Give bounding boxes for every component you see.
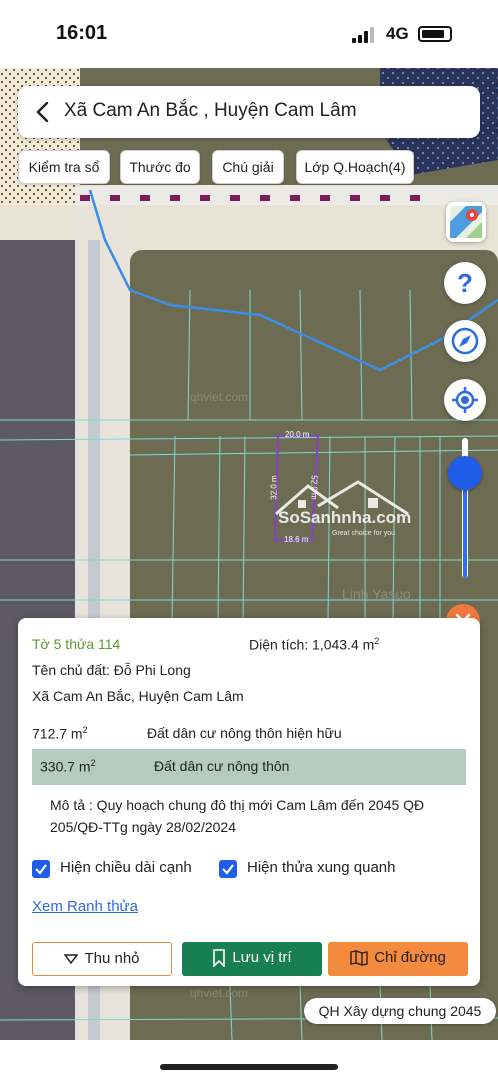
map-toolbar: Kiểm tra sổ Thước đo Chú giải Lớp Q.Hoạc… <box>0 150 498 184</box>
save-location-button[interactable]: Lưu vị trí <box>182 942 322 976</box>
land-use-type: Đất dân cư nông thôn hiện hữu <box>147 725 342 741</box>
battery-icon <box>418 26 452 42</box>
location-title: Xã Cam An Bắc , Huyện Cam Lâm <box>64 100 357 121</box>
planning-layer-button[interactable]: Lớp Q.Hoạch(4) <box>296 150 414 184</box>
check-book-button[interactable]: Kiểm tra sổ <box>18 150 110 184</box>
checkbox-checked-icon <box>32 860 50 878</box>
checkbox-label: Hiện thửa xung quanh <box>247 859 396 876</box>
parcel-area: Diện tích: 1,043.4 m2 <box>249 636 380 653</box>
planning-layer-badge[interactable]: QH Xây dựng chung 2045 <box>304 998 496 1024</box>
svg-text:?: ? <box>457 268 473 298</box>
brand-logo: SoSanhnha.com Great choice for you <box>268 478 418 548</box>
top-bar: Xã Cam An Bắc , Huyện Cam Lâm <box>18 86 480 138</box>
land-use-row: 712.7 m2 Đất dân cư nông thôn hiện hữu <box>32 716 466 752</box>
gps-icon <box>452 387 478 413</box>
google-maps-button[interactable] <box>446 202 486 242</box>
help-icon: ? <box>457 268 473 298</box>
edge-length-top: 20.0 m <box>285 430 310 439</box>
bookmark-icon <box>213 949 226 968</box>
plan-description: Mô tả : Quy hoạch chung đô thị mới Cam L… <box>50 797 425 835</box>
legend-button[interactable]: Chú giải <box>212 150 284 184</box>
compass-button[interactable] <box>444 320 486 362</box>
chevron-down-icon <box>63 954 79 965</box>
land-use-area: 712.7 m2 <box>32 725 88 742</box>
my-location-button[interactable] <box>444 379 486 421</box>
land-use-type: Đất dân cư nông thôn <box>154 758 290 774</box>
owner-name: Tên chủ đất: Đỗ Phi Long <box>32 662 191 678</box>
parcel-info-panel: Tờ 5 thửa 114 Diện tích: 1,043.4 m2 Tên … <box>18 618 480 986</box>
brand-tagline: Great choice for you <box>332 530 396 537</box>
place-label: Linh Yasuo <box>342 586 411 602</box>
map-icon <box>350 950 368 966</box>
map-watermark: qhviet.com <box>190 986 249 1000</box>
land-use-row: 330.7 m2 Đất dân cư nông thôn <box>32 749 466 785</box>
minimize-button[interactable]: Thu nhỏ <box>32 942 172 976</box>
directions-button[interactable]: Chỉ đường <box>328 942 468 976</box>
view-boundary-link[interactable]: Xem Ranh thửa <box>32 898 138 915</box>
google-maps-icon <box>450 206 482 238</box>
signal-icon <box>352 27 378 43</box>
measure-button[interactable]: Thước đo <box>120 150 200 184</box>
back-arrow-icon[interactable] <box>32 100 54 124</box>
help-button[interactable]: ? <box>444 262 486 304</box>
parcel-address: Xã Cam An Bắc, Huyện Cam Lâm <box>32 688 244 704</box>
status-bar: 16:01 4G <box>0 0 498 68</box>
parcel-id: Tờ 5 thửa 114 <box>32 636 121 652</box>
checkbox-label: Hiện chiều dài cạnh <box>60 859 192 876</box>
home-bar <box>0 1040 498 1080</box>
zoom-slider-thumb[interactable] <box>448 456 482 490</box>
map-watermark: qhviet.com <box>190 390 249 404</box>
compass-icon <box>451 327 479 355</box>
land-use-area: 330.7 m2 <box>40 758 96 775</box>
checkbox-checked-icon <box>219 860 237 878</box>
brand-name: SoSanhnha.com <box>278 508 412 527</box>
network-type: 4G <box>386 24 409 43</box>
home-indicator[interactable] <box>160 1064 338 1070</box>
status-time: 16:01 <box>56 22 108 44</box>
